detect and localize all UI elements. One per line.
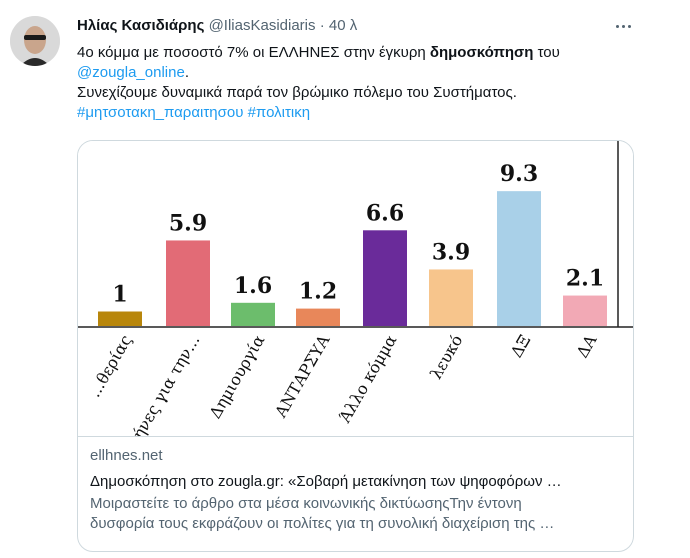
tweet-text-bold: δημοσκόπηση — [429, 44, 534, 61]
avatar[interactable] — [10, 16, 60, 66]
hashtag-link[interactable]: #μητσοτακη_παραιτησου — [77, 104, 243, 121]
tweet-text-line1-end: του — [533, 44, 560, 61]
card-title: Δημοσκόπηση στο zougla.gr: «Σοβαρή μετακ… — [90, 473, 562, 490]
category-label: ΑΝΤΑΡΣΥΑ — [271, 331, 334, 421]
author-handle[interactable]: @IliasKasidiaris — [209, 17, 316, 34]
card-image[interactable]: 1 ...θερίας 5.9 ...ήνες για την... 1.6 Δημιου… — [78, 141, 633, 437]
category-label: ...θερίας — [85, 331, 136, 400]
chart-bar — [563, 295, 607, 326]
category-label: Άλλο κόμμα — [335, 331, 401, 426]
bar-value-label: 5.9 — [169, 210, 207, 236]
bar-value-label: 1 — [112, 282, 127, 308]
bar-value-label: 3.9 — [432, 239, 470, 265]
author-name[interactable]: Ηλίας Κασιδιάρης — [77, 17, 204, 34]
category-label: λευκό — [426, 332, 466, 383]
chart-bar — [296, 308, 340, 326]
bar-value-label: 1.2 — [299, 279, 337, 305]
card-description: Μοιραστείτε το άρθρο στα μέσα κοινωνικής… — [90, 494, 620, 534]
link-card[interactable]: 1 ...θερίας 5.9 ...ήνες για την... 1.6 Δημιου… — [77, 140, 634, 552]
tweet-header: Ηλίας Κασιδιάρης @IliasKasidiaris · 40 λ — [77, 16, 357, 36]
category-label: ΔΞ — [507, 332, 535, 361]
chart-bar — [166, 240, 210, 326]
bar-chart: 1 ...θερίας 5.9 ...ήνες για την... 1.6 Δημιου… — [78, 141, 633, 436]
timestamp[interactable]: 40 λ — [329, 17, 357, 34]
chart-bar — [98, 311, 142, 326]
more-options-icon[interactable] — [608, 14, 638, 38]
tweet-text-line1: 4ο κόμμα με ποσοστό 7% οι ΕΛΛΗΝΕΣ στην έ… — [77, 44, 430, 61]
bar-value-label: 2.1 — [566, 266, 604, 292]
card-text: ellhnes.net Δημοσκόπηση στο zougla.gr: «… — [90, 446, 620, 534]
chart-bar — [497, 191, 541, 326]
category-label: ...ήνες για την... — [121, 332, 203, 437]
category-label: ΔΑ — [572, 331, 600, 361]
mention-suffix: . — [184, 64, 189, 81]
hashtag-link[interactable]: #πολιτικη — [248, 104, 310, 121]
chart-bar — [429, 269, 473, 326]
separator-dot: · — [319, 17, 325, 34]
card-description-line: Μοιραστείτε το άρθρο στα μέσα κοινωνικής… — [90, 495, 522, 512]
card-domain: ellhnes.net — [90, 447, 163, 464]
mention-link[interactable]: @zougla_online — [77, 64, 185, 81]
category-label: Δημιουργία — [205, 331, 268, 421]
bar-value-label: 1.6 — [234, 273, 272, 299]
tweet-text-line3: Συνεχίζουμε δυναμικά παρά τον βρώμικο πό… — [77, 84, 517, 101]
tweet[interactable]: Ηλίας Κασιδιάρης @IliasKasidiaris · 40 λ… — [0, 0, 690, 558]
chart-bar — [363, 230, 407, 326]
bar-value-label: 9.3 — [500, 161, 538, 187]
tweet-text: 4ο κόμμα με ποσοστό 7% οι ΕΛΛΗΝΕΣ στην έ… — [77, 43, 637, 123]
card-description-line: δυσφορία τους εκφράζουν οι πολίτες για τ… — [90, 515, 555, 532]
chart-bar — [231, 302, 275, 326]
bar-value-label: 6.6 — [366, 200, 404, 226]
avatar-image — [10, 16, 60, 66]
